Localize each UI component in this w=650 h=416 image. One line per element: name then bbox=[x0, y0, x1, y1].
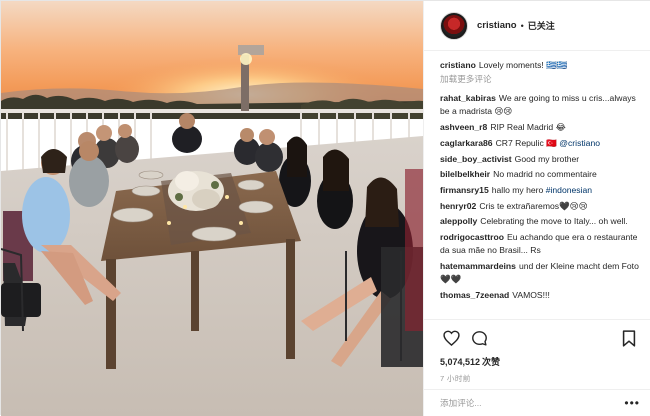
bookmark-icon[interactable] bbox=[618, 327, 640, 349]
avatar[interactable] bbox=[440, 11, 468, 40]
comment-item: henryr02 Cris te extrañaremos🖤😢😢 bbox=[440, 200, 640, 213]
comments-list[interactable]: cristiano Lovely moments! 🇬🇷🇬🇷 加载更多评论 rah… bbox=[424, 59, 650, 321]
comment-item: rahat_kabiras We are going to miss u cris… bbox=[440, 92, 640, 118]
comment-item: firmansry15 hallo my hero #indonesian bbox=[440, 184, 640, 197]
post-timestamp[interactable]: 7 小时前 bbox=[440, 373, 640, 384]
post-actions: 5,074,512 次赞 7 小时前 bbox=[424, 319, 650, 387]
instagram-post: cristiano • 已关注 cristiano Lovely moments!… bbox=[0, 0, 650, 416]
comment-text: hallo my hero bbox=[491, 184, 546, 195]
comment-username[interactable]: ashveen_r8 bbox=[440, 122, 487, 132]
comment-username[interactable]: side_boy_activist bbox=[440, 154, 512, 164]
comment-username[interactable]: rodrigocasttroo bbox=[440, 232, 504, 242]
speech-bubble-icon[interactable] bbox=[468, 327, 490, 349]
post-photo[interactable] bbox=[1, 1, 423, 416]
avatar-image bbox=[443, 14, 465, 37]
load-more-comments-link[interactable]: 加载更多评论 bbox=[440, 73, 640, 86]
comment-text: CR7 Repulic 🇹🇷 bbox=[495, 137, 560, 148]
heart-outline-icon[interactable] bbox=[440, 327, 462, 349]
header-separator: • bbox=[520, 20, 524, 31]
follow-status-button[interactable]: 已关注 bbox=[528, 19, 555, 32]
comment-item: side_boy_activist Good my brother bbox=[440, 153, 640, 166]
comment-item: caglarkara86 CR7 Repulic 🇹🇷 @cristiano bbox=[440, 137, 640, 150]
like-count[interactable]: 5,074,512 次赞 bbox=[440, 355, 640, 368]
comment-username[interactable]: rahat_kabiras bbox=[440, 93, 496, 103]
comment-username[interactable]: thomas_7zeenad bbox=[440, 290, 509, 300]
comment-item: bilelbelkheir No madrid no commentaire bbox=[440, 168, 640, 181]
comment-tag-link[interactable]: @cristiano bbox=[559, 138, 600, 148]
comment-text: No madrid no commentaire bbox=[493, 169, 597, 180]
comment-item: ashveen_r8 RIP Real Madrid 😂 bbox=[440, 121, 640, 134]
comment-item: hatemammardeins und der Kleine macht dem … bbox=[440, 260, 640, 286]
header-username[interactable]: cristiano bbox=[477, 20, 517, 31]
more-options-button[interactable]: ••• bbox=[624, 396, 640, 410]
comment-text: VAMOS!!! bbox=[512, 289, 550, 300]
caption-text: Lovely moments! bbox=[478, 60, 547, 70]
caption-emoji: 🇬🇷🇬🇷 bbox=[546, 60, 568, 70]
dinner-party-photo bbox=[1, 1, 423, 416]
post-header: cristiano • 已关注 bbox=[424, 1, 650, 51]
add-comment-bar: ••• bbox=[424, 389, 650, 416]
comment-tag-link[interactable]: #indonesian bbox=[546, 185, 592, 195]
caption-username[interactable]: cristiano bbox=[440, 60, 476, 70]
like-count-number: 5,074,512 bbox=[440, 357, 481, 367]
comment-username[interactable]: caglarkara86 bbox=[440, 138, 493, 148]
comment-username[interactable]: bilelbelkheir bbox=[440, 169, 490, 179]
comment-item: rodrigocasttroo Eu achando que era o rest… bbox=[440, 231, 640, 257]
comment-username[interactable]: firmansry15 bbox=[440, 185, 489, 195]
comment-text: Cris te extrañaremos🖤😢😢 bbox=[479, 200, 588, 211]
comment-text: Celebrating the move to Italy... oh well… bbox=[480, 216, 628, 227]
comment-username[interactable]: henryr02 bbox=[440, 201, 476, 211]
comment-username[interactable]: hatemammardeins bbox=[440, 261, 516, 271]
comment-item: thomas_7zeenad VAMOS!!! bbox=[440, 289, 640, 302]
comment-text: Good my brother bbox=[514, 153, 580, 164]
like-count-label: 次赞 bbox=[482, 357, 501, 367]
comment-item: aleppolly Celebrating the move to Italy..… bbox=[440, 215, 640, 228]
post-side-panel: cristiano • 已关注 cristiano Lovely moments!… bbox=[423, 1, 650, 416]
comment-text: RIP Real Madrid 😂 bbox=[490, 122, 566, 133]
comment-username[interactable]: aleppolly bbox=[440, 216, 477, 226]
caption: cristiano Lovely moments! 🇬🇷🇬🇷 bbox=[440, 59, 640, 72]
add-comment-input[interactable] bbox=[440, 398, 625, 408]
